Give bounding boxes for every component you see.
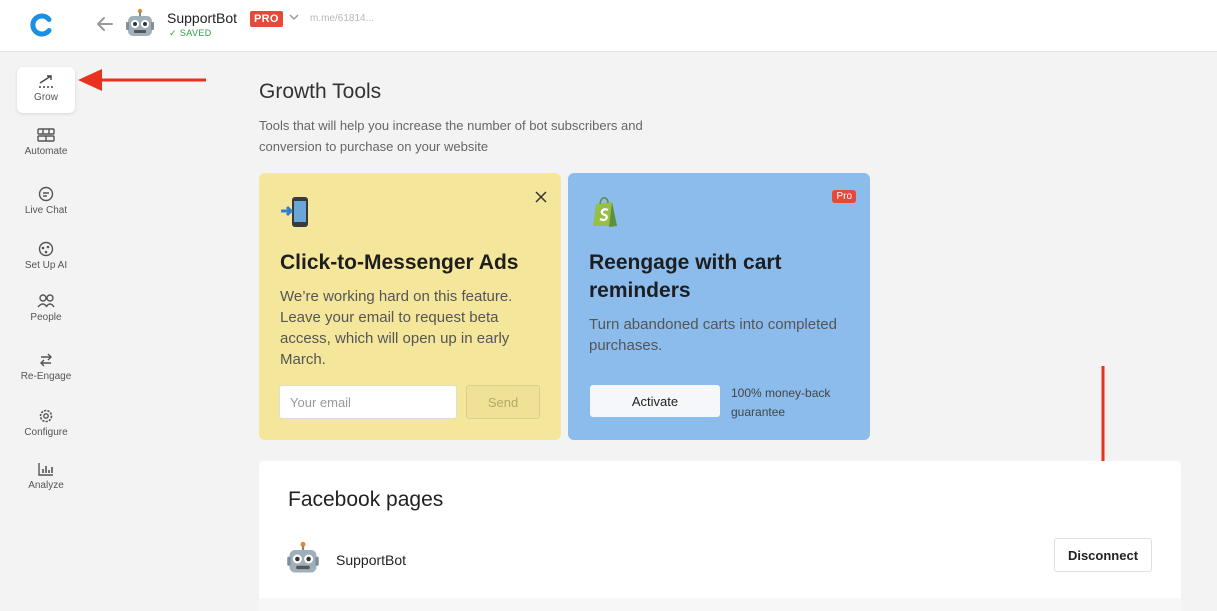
facebook-page-name: SupportBot [336,552,407,568]
sidebar-item-label: Configure [24,427,68,438]
cart-reminders-description: Turn abandoned carts into completed purc… [589,316,837,354]
disconnect-button[interactable]: Disconnect [1054,538,1152,572]
automate-icon [37,128,55,142]
red-arrow-left-icon [78,69,206,91]
mobile-phone-arrow-icon [281,197,308,227]
close-icon[interactable] [533,189,549,205]
pro-badge: Pro [832,190,856,203]
sidebar-item-re-engage[interactable]: Re-Engage [17,346,75,392]
money-back-guarantee: 100% money-back guarantee [731,386,831,419]
chat-icon [38,186,54,202]
sidebar-item-label: Re-Engage [20,371,72,382]
send-button[interactable]: Send [466,385,540,419]
activate-button[interactable]: Activate [590,385,720,417]
sidebar-item-grow[interactable]: Grow [17,67,75,113]
bot-avatar-icon [287,541,319,573]
cart-reminders-title: Reengage with cart reminders [589,251,782,302]
sidebar-item-label: People [30,312,62,323]
pro-badge: PRO [250,11,283,27]
grow-icon [39,75,53,88]
gear-icon [39,409,53,423]
shopify-bag-icon [593,197,617,227]
sidebar-item-people[interactable]: People [17,287,75,333]
ai-icon [38,241,54,257]
people-icon [37,294,55,308]
sidebar-item-configure[interactable]: Configure [17,402,75,448]
messenger-ads-description: We’re working hard on this feature. Leav… [280,288,513,368]
bot-name[interactable]: SupportBot [167,10,237,26]
analytics-icon [38,463,53,476]
sidebar-item-label: Automate [24,146,68,157]
saved-label: SAVED [179,28,212,38]
sidebar-item-live-chat[interactable]: Live Chat [17,180,75,226]
sidebar-item-set-up-ai[interactable]: Set Up AI [17,235,75,281]
email-field[interactable] [279,385,457,419]
messenger-ads-title: Click-to-Messenger Ads [280,251,519,274]
bot-url[interactable]: m.me/61814... [310,13,374,24]
sidebar-item-label: Grow [34,92,58,103]
messenger-ads-card: Click-to-Messenger Ads We’re working har… [259,173,561,440]
panel-footer [259,598,1181,611]
sidebar-item-label: Live Chat [24,205,68,216]
page-title: Growth Tools [259,80,382,103]
sidebar-item-analyze[interactable]: Analyze [17,455,75,501]
sidebar-item-label: Analyze [28,480,64,491]
cart-reminders-card: Pro Reengage with cart reminders Turn ab… [568,173,870,440]
back-arrow-icon[interactable] [94,13,116,35]
saved-status: ✓ SAVED [169,28,212,39]
reengage-icon [40,353,52,367]
sidebar: Grow Automate Live Chat Set Up AI People [0,53,94,611]
app-logo-icon[interactable] [28,11,56,39]
sidebar-item-automate[interactable]: Automate [17,121,75,167]
page-subtitle: Tools that will help you increase the nu… [259,118,643,154]
top-bar: SupportBot PRO m.me/61814... ✓ SAVED [0,0,1217,52]
facebook-pages-panel: Facebook pages SupportBot Disconnect [259,461,1181,611]
facebook-pages-title: Facebook pages [288,488,444,511]
chevron-down-icon[interactable] [288,11,300,23]
sidebar-item-label: Set Up AI [24,260,68,271]
bot-avatar-icon[interactable] [124,8,156,40]
check-icon: ✓ [169,28,180,38]
